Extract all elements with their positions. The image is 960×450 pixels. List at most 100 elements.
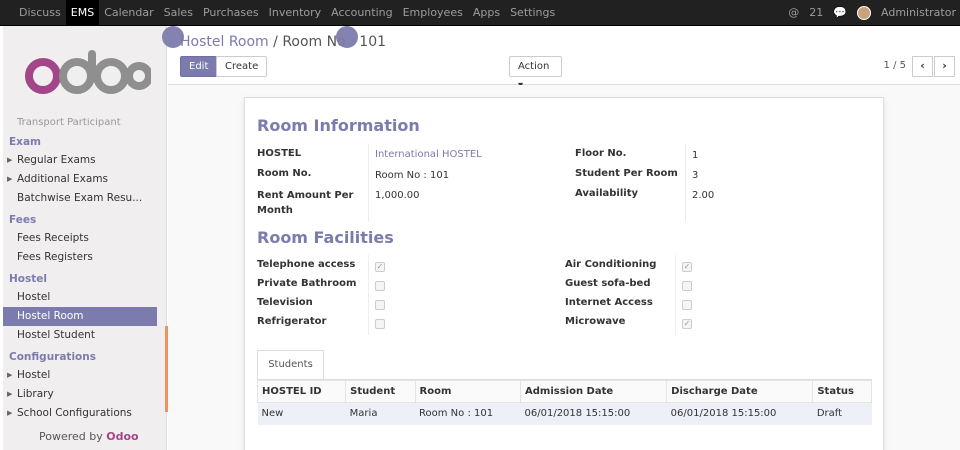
caret-right-icon: ▶ xyxy=(7,390,13,398)
column-header-discharge-date[interactable]: Discharge Date xyxy=(666,380,814,403)
facility-label-air-conditioning: Air Conditioning xyxy=(565,259,657,270)
notification-icon[interactable]: @ xyxy=(788,6,799,19)
breadcrumb-parent[interactable]: Hostel Room xyxy=(180,34,269,50)
sidebar-item-label: Fees Receipts xyxy=(17,232,89,244)
sidebar-item-hostel[interactable]: Hostel xyxy=(3,288,166,307)
availability-value: 2.00 xyxy=(692,190,715,201)
checkbox-checked: ✓ xyxy=(682,262,692,272)
top-menu-accounting[interactable]: Accounting xyxy=(326,0,397,25)
room-information-title: Room Information xyxy=(257,116,420,135)
facility-label-refrigerator: Refrigerator xyxy=(257,316,327,327)
sidebar-item-hostel-student[interactable]: Hostel Student xyxy=(3,326,166,345)
facility-label-internet-access: Internet Access xyxy=(565,297,653,308)
checkbox-checked: ✓ xyxy=(375,262,385,272)
sidebar-item-regular-exams[interactable]: ▶ Regular Exams xyxy=(3,151,166,170)
action-dropdown[interactable]: Action ▾ xyxy=(509,56,562,91)
user-avatar[interactable] xyxy=(857,5,871,20)
sidebar-section-fees[interactable]: Fees xyxy=(3,208,166,229)
pager-previous-icon[interactable]: ‹ xyxy=(912,56,933,77)
table-body: New Maria Room No : 101 06/01/2018 15:15:00… xyxy=(257,402,872,425)
column-header-admission-date[interactable]: Admission Date xyxy=(519,380,668,403)
table-cell: Maria xyxy=(345,402,416,425)
sidebar-item-school-configurations[interactable]: ▶ School Configurations xyxy=(3,404,166,418)
chat-icon[interactable]: 💬 xyxy=(833,6,847,19)
sidebar-item-label: Fees Registers xyxy=(17,251,93,263)
sidebar-item-fees-registers[interactable]: Fees Registers xyxy=(3,248,166,267)
checkbox-unchecked xyxy=(375,319,385,329)
table-row[interactable]: New Maria Room No : 101 06/01/2018 15:15:00… xyxy=(257,402,872,425)
top-navbar-right: @ 21 💬 Administrator xyxy=(788,0,960,25)
form-view: Room Information HOSTEL International HO… xyxy=(168,85,960,450)
room-no-label: Room No. xyxy=(257,168,312,179)
students-table: HOSTEL ID Student Room Admission Date Discha… xyxy=(256,380,872,425)
table-header-row: HOSTEL ID Student Room Admission Date Discha… xyxy=(256,380,872,403)
powered-by: Powered by Odoo xyxy=(39,430,139,443)
checkbox-unchecked xyxy=(375,300,385,310)
top-menu-settings[interactable]: Settings xyxy=(505,0,560,25)
sidebar-item-fees-receipts[interactable]: Fees Receipts xyxy=(3,229,166,248)
cursor-marker xyxy=(336,26,358,48)
pager-next-icon[interactable]: › xyxy=(934,56,955,77)
column-header-room[interactable]: Room xyxy=(414,380,522,403)
sidebar-item-library[interactable]: ▶ Library xyxy=(3,385,166,404)
top-menu-apps[interactable]: Apps xyxy=(468,0,505,25)
facility-label-private-bathroom: Private Bathroom xyxy=(257,278,357,289)
floor-value: 1 xyxy=(692,150,699,161)
sidebar-section-exam[interactable]: Exam xyxy=(3,130,166,151)
sidebar-item-label: Batchwise Exam Resu... xyxy=(17,192,143,204)
sidebar-item-label: Library xyxy=(17,388,54,400)
top-menu-inventory[interactable]: Inventory xyxy=(264,0,327,25)
top-navbar: Discuss EMS Calendar Sales Purchases Inventor… xyxy=(0,0,960,26)
facility-label-guest-sofa-bed: Guest sofa-bed xyxy=(565,278,651,289)
hostel-value[interactable]: International HOSTEL xyxy=(375,149,482,160)
facility-label-microwave: Microwave xyxy=(565,316,626,327)
powered-by-brand[interactable]: Odoo xyxy=(106,430,138,443)
top-menu-purchases[interactable]: Purchases xyxy=(198,0,264,25)
odoo-logo[interactable] xyxy=(25,48,151,100)
cursor-marker xyxy=(162,26,184,48)
hostel-label: HOSTEL xyxy=(257,148,302,159)
create-button[interactable]: Create xyxy=(216,56,268,77)
table-cell: 06/01/2018 15:15:00 xyxy=(520,402,667,425)
room-no-value: Room No : 101 xyxy=(375,170,450,181)
student-per-room-label: Student Per Room xyxy=(575,168,678,179)
tab-students[interactable]: Students xyxy=(257,350,324,380)
sidebar-item-label: Additional Exams xyxy=(17,173,109,185)
breadcrumb-separator: / xyxy=(273,34,278,50)
column-header-status[interactable]: Status xyxy=(812,380,872,403)
sidebar-item-label: Regular Exams xyxy=(17,154,96,166)
notification-count[interactable]: 21 xyxy=(809,6,823,19)
top-menu-sales[interactable]: Sales xyxy=(159,0,198,25)
sidebar-section-hostel[interactable]: Hostel xyxy=(3,267,166,288)
separator xyxy=(368,144,369,222)
top-menu-calendar[interactable]: Calendar xyxy=(99,0,158,25)
table-cell: Room No : 101 xyxy=(415,402,521,425)
breadcrumb-current: Room No : 101 xyxy=(282,34,387,50)
floor-label: Floor No. xyxy=(575,148,627,159)
column-header-hostel-id[interactable]: HOSTEL ID xyxy=(256,380,347,403)
separator xyxy=(685,144,686,222)
sidebar-item-label: Hostel xyxy=(17,369,51,381)
sidebar-item-hostel[interactable]: ▶ Hostel xyxy=(3,366,166,385)
checkbox-unchecked xyxy=(375,281,385,291)
top-menu-employees[interactable]: Employees xyxy=(398,0,468,25)
top-menu-discuss[interactable]: Discuss xyxy=(14,0,66,25)
sidebar-section-configurations[interactable]: Configurations xyxy=(3,345,166,366)
edit-button[interactable]: Edit xyxy=(180,56,218,77)
user-menu[interactable]: Administrator xyxy=(881,6,956,19)
caret-right-icon: ▶ xyxy=(7,409,13,417)
checkbox-unchecked xyxy=(682,300,692,310)
top-menu-ems[interactable]: EMS xyxy=(65,0,100,25)
control-panel: Hostel Room / Room No : 101 Edit Create … xyxy=(168,26,960,91)
sidebar-item-hostel-room[interactable]: Hostel Room xyxy=(3,307,157,326)
table-cell: Draft xyxy=(812,402,872,425)
sidebar-item-batchwise-exam-resu[interactable]: Batchwise Exam Resu... xyxy=(3,189,166,208)
checkbox-unchecked xyxy=(682,281,692,291)
top-menu-list: Discuss EMS Calendar Sales Purchases Inventor… xyxy=(0,0,560,25)
sidebar-item-additional-exams[interactable]: ▶ Additional Exams xyxy=(3,170,166,189)
sidebar-item-partial[interactable]: Transport Participant xyxy=(3,118,166,130)
pager-value[interactable]: 1 / 5 xyxy=(884,60,906,71)
column-header-student[interactable]: Student xyxy=(345,380,416,403)
facility-label-telephone-access: Telephone access xyxy=(257,259,356,270)
sidebar-item-label: Hostel Room xyxy=(17,310,84,322)
